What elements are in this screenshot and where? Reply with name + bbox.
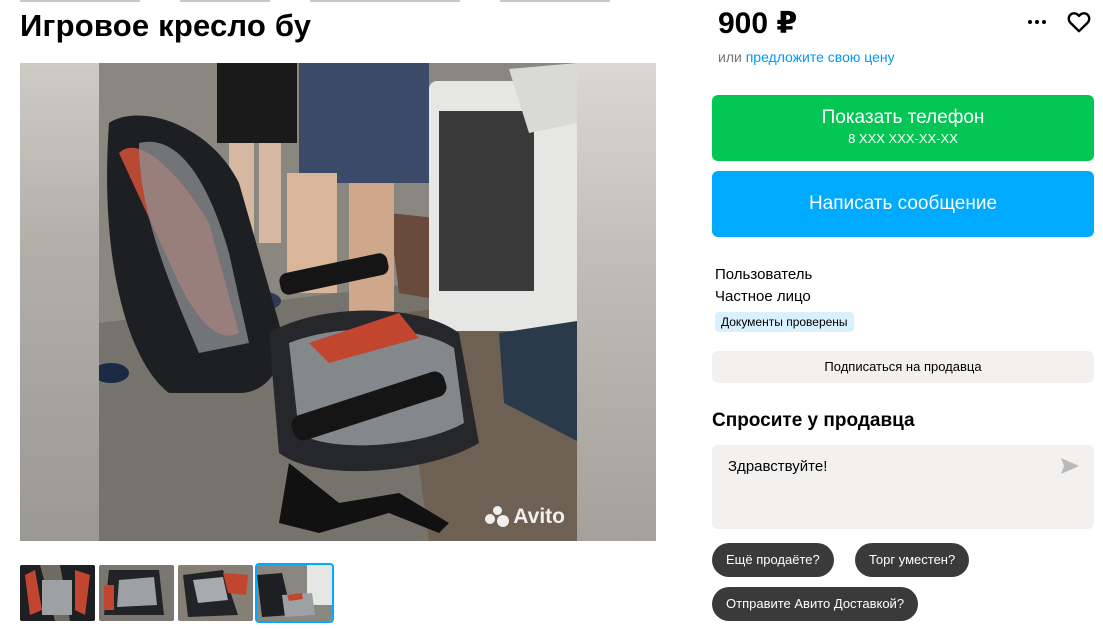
main-photo[interactable]: Avito	[99, 63, 577, 541]
cropped-breadcrumb	[20, 0, 670, 4]
message-text[interactable]: Здравствуйте!	[728, 458, 827, 475]
write-message-button[interactable]: Написать сообщение	[712, 171, 1094, 237]
listing-page: Игровое кресло бу Avito 900 ₽ или предло…	[0, 0, 1103, 629]
ask-message-box[interactable]: Здравствуйте!	[712, 445, 1094, 529]
price: 900 ₽	[718, 7, 798, 40]
thumbnail-2[interactable]	[99, 565, 174, 621]
thumbnail-strip	[20, 563, 334, 623]
seller-name[interactable]: Пользователь	[715, 264, 812, 286]
chair-photo-illustration	[99, 63, 577, 541]
seller-type: Частное лицо	[715, 288, 811, 305]
thumbnail-4-active[interactable]	[255, 563, 334, 623]
gallery-blur-right	[577, 63, 656, 541]
listing-title: Игровое кресло бу	[20, 8, 312, 43]
subscribe-seller-button[interactable]: Подписаться на продавца	[712, 351, 1094, 383]
photo-gallery[interactable]: Avito	[20, 63, 656, 541]
ask-seller-title: Спросите у продавца	[712, 410, 915, 431]
heart-icon[interactable]	[1066, 9, 1092, 35]
offer-prefix: или	[718, 49, 742, 65]
thumbnail-1[interactable]	[20, 565, 95, 621]
documents-verified-badge: Документы проверены	[715, 312, 854, 332]
seller-info: Пользователь Частное лицо	[715, 264, 812, 308]
avito-logo	[485, 506, 510, 528]
thumbnail-3[interactable]	[178, 565, 253, 621]
gallery-blur-left	[20, 63, 99, 541]
show-phone-label: Показать телефон	[821, 107, 985, 128]
send-icon[interactable]	[1060, 457, 1080, 475]
offer-line: или предложите свою цену	[718, 49, 895, 65]
chip-avito-delivery[interactable]: Отправите Авито Доставкой?	[712, 587, 919, 621]
show-phone-button[interactable]: Показать телефон 8 XXX XXX-XX-XX	[712, 95, 1094, 161]
more-icon[interactable]	[1024, 10, 1050, 34]
chip-still-selling[interactable]: Ещё продаёте?	[712, 543, 834, 577]
watermark-text: Avito	[513, 505, 565, 528]
chip-bargain[interactable]: Торг уместен?	[855, 543, 970, 577]
avito-watermark: Avito	[485, 505, 565, 529]
offer-price-link[interactable]: предложите свою цену	[746, 49, 895, 65]
masked-phone: 8 XXX XXX-XX-XX	[848, 131, 958, 146]
